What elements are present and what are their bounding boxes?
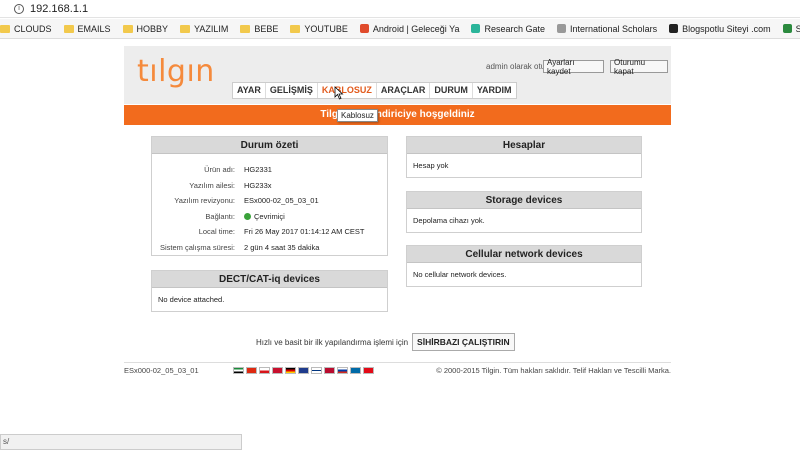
storage-devices-title: Storage devices: [407, 192, 641, 209]
flag-russian-icon[interactable]: [337, 367, 348, 374]
bookmark-item[interactable]: YOUTUBE: [290, 24, 348, 34]
folder-icon: [0, 24, 10, 33]
status-summary-title: Durum özeti: [152, 137, 387, 154]
wizard-row: Hızlı ve basit bir ilk yapılandırma işle…: [256, 333, 515, 351]
bookmark-label: CLOUDS: [14, 23, 52, 34]
flag-finnish-icon[interactable]: [311, 367, 322, 374]
dect-devices-title: DECT/CAT-iq devices: [152, 271, 387, 288]
bookmark-item[interactable]: StartApp User Dashbo: [782, 24, 800, 34]
flag-chinese-icon[interactable]: [246, 367, 257, 374]
accounts-body: Hesap yok: [413, 161, 449, 170]
save-settings-button[interactable]: Ayarları kaydet: [543, 58, 604, 76]
bookmark-label: Android | Geleceği Ya: [372, 23, 460, 34]
flag-english-icon[interactable]: [298, 367, 309, 374]
status-row: Sistem çalışma süresi: 2 gün 4 saat 35 da…: [159, 242, 320, 252]
bookmark-label: HOBBY: [136, 23, 169, 34]
tab-gelismis[interactable]: GELİŞMİŞ: [266, 83, 318, 98]
site-favicon-icon: [782, 24, 792, 33]
flag-czech-icon[interactable]: [259, 367, 270, 374]
bookmark-item[interactable]: Blogspotlu Siteyi .com: [669, 24, 771, 34]
flag-swedish-icon[interactable]: [350, 367, 361, 374]
cellular-devices-body: No cellular network devices.: [413, 270, 507, 279]
storage-devices-body: Depolama cihazı yok.: [413, 216, 485, 225]
tilgin-logo: tılgın: [137, 54, 215, 89]
tooltip: Kablosuz: [337, 109, 378, 122]
footer-copyright: © 2000-2015 Tilgin. Tüm hakları saklıdır…: [436, 366, 671, 375]
address-bar[interactable]: i 192.168.1.1: [0, 0, 800, 18]
cellular-devices-panel: Cellular network devices No cellular net…: [406, 245, 642, 287]
bookmark-label: International Scholars: [570, 23, 658, 34]
flag-norwegian-icon[interactable]: [324, 367, 335, 374]
bookmark-item[interactable]: YAZILIM: [180, 24, 228, 34]
folder-icon: [122, 24, 133, 33]
bookmark-label: Blogspotlu Siteyi .com: [682, 23, 771, 34]
wizard-text: Hızlı ve basit bir ilk yapılandırma işle…: [256, 337, 409, 347]
storage-devices-panel: Storage devices Depolama cihazı yok.: [406, 191, 642, 233]
status-summary-body: Ürün adı: HG2331 Yazılım ailesi: HG233x Ya…: [152, 154, 387, 262]
logout-button[interactable]: Oturumu kapat: [610, 58, 668, 76]
run-wizard-button[interactable]: SİHİRBAZI ÇALIŞTIRIN: [412, 333, 515, 351]
bookmark-item[interactable]: CLOUDS: [0, 24, 52, 34]
url-text[interactable]: 192.168.1.1: [30, 3, 88, 15]
site-favicon-icon: [471, 24, 481, 33]
folder-icon: [290, 24, 301, 33]
status-summary-panel: Durum özeti Ürün adı: HG2331 Yazılım aile…: [151, 136, 388, 256]
bookmark-item[interactable]: HOBBY: [122, 23, 169, 34]
tab-durum[interactable]: DURUM: [430, 83, 473, 98]
welcome-banner: Tilgin yönlendiriciye hoşgeldiniz: [124, 105, 671, 125]
bookmark-item[interactable]: Research Gate: [471, 24, 545, 34]
info-icon[interactable]: i: [14, 3, 24, 14]
accounts-panel: Hesaplar Hesap yok: [406, 136, 642, 178]
folder-icon: [240, 24, 251, 33]
bookmark-item[interactable]: EMAILS: [63, 23, 111, 34]
tab-ayar[interactable]: AYAR: [233, 83, 266, 98]
page-footer: ESx000-02_05_03_01 © 2000-2015 Tilgin. T…: [124, 362, 671, 378]
mouse-cursor-icon: [334, 86, 344, 100]
status-row: Local time: Fri 26 May 2017 01:14:12 AM C…: [198, 227, 365, 237]
router-page: tılgın admin olarak oturum açtınız. Ayar…: [124, 46, 671, 375]
bookmark-label: StartApp User Dashbo: [796, 24, 800, 34]
browser-status-bar: s/: [0, 434, 242, 450]
online-status-icon: [244, 213, 251, 221]
status-row: Bağlantı: Çevrimiçi: [205, 211, 285, 221]
tab-kablosuz[interactable]: KABLOSUZ: [318, 83, 377, 98]
tab-yardim[interactable]: YARDIM: [473, 83, 516, 98]
flag-arabic-icon[interactable]: [233, 367, 244, 374]
flag-turkish-icon[interactable]: [363, 367, 374, 374]
bookmark-label: Research Gate: [484, 23, 546, 34]
accounts-title: Hesaplar: [407, 137, 641, 154]
status-row: Ürün adı: HG2331: [204, 165, 272, 175]
bookmark-label: EMAILS: [77, 23, 111, 34]
status-row: Yazılım revizyonu: ESx000-02_05_03_01: [174, 196, 319, 206]
flag-danish-icon[interactable]: [272, 367, 283, 374]
bookmark-label: YOUTUBE: [304, 23, 348, 34]
main-nav: AYAR GELİŞMİŞ KABLOSUZ ARAÇLAR DURUM YAR…: [232, 82, 517, 99]
bookmarks-bar: CLOUDS EMAILS HOBBY YAZILIM BEBE YOUTUBE Andro…: [0, 19, 800, 39]
bookmark-item[interactable]: BEBE: [240, 24, 278, 34]
folder-icon: [63, 24, 74, 33]
bookmark-item[interactable]: International Scholars: [557, 24, 657, 34]
tab-araclar[interactable]: ARAÇLAR: [377, 83, 431, 98]
dect-devices-body: No device attached.: [158, 295, 225, 304]
status-row: Yazılım ailesi: HG233x: [189, 180, 272, 190]
dect-devices-panel: DECT/CAT-iq devices No device attached.: [151, 270, 388, 312]
language-flags: [233, 367, 376, 374]
folder-icon: [180, 24, 191, 33]
bookmark-label: YAZILIM: [194, 23, 229, 34]
footer-version: ESx000-02_05_03_01: [124, 366, 199, 375]
bookmark-item[interactable]: Android | Geleceği Ya: [359, 23, 460, 34]
cellular-devices-title: Cellular network devices: [407, 246, 641, 263]
bookmark-label: BEBE: [254, 23, 279, 34]
site-favicon-icon: [557, 24, 567, 33]
page-header: tılgın admin olarak oturum açtınız. Ayar…: [124, 46, 671, 104]
site-favicon-icon: [359, 24, 369, 33]
site-favicon-icon: [669, 24, 679, 33]
flag-german-icon[interactable]: [285, 367, 296, 374]
